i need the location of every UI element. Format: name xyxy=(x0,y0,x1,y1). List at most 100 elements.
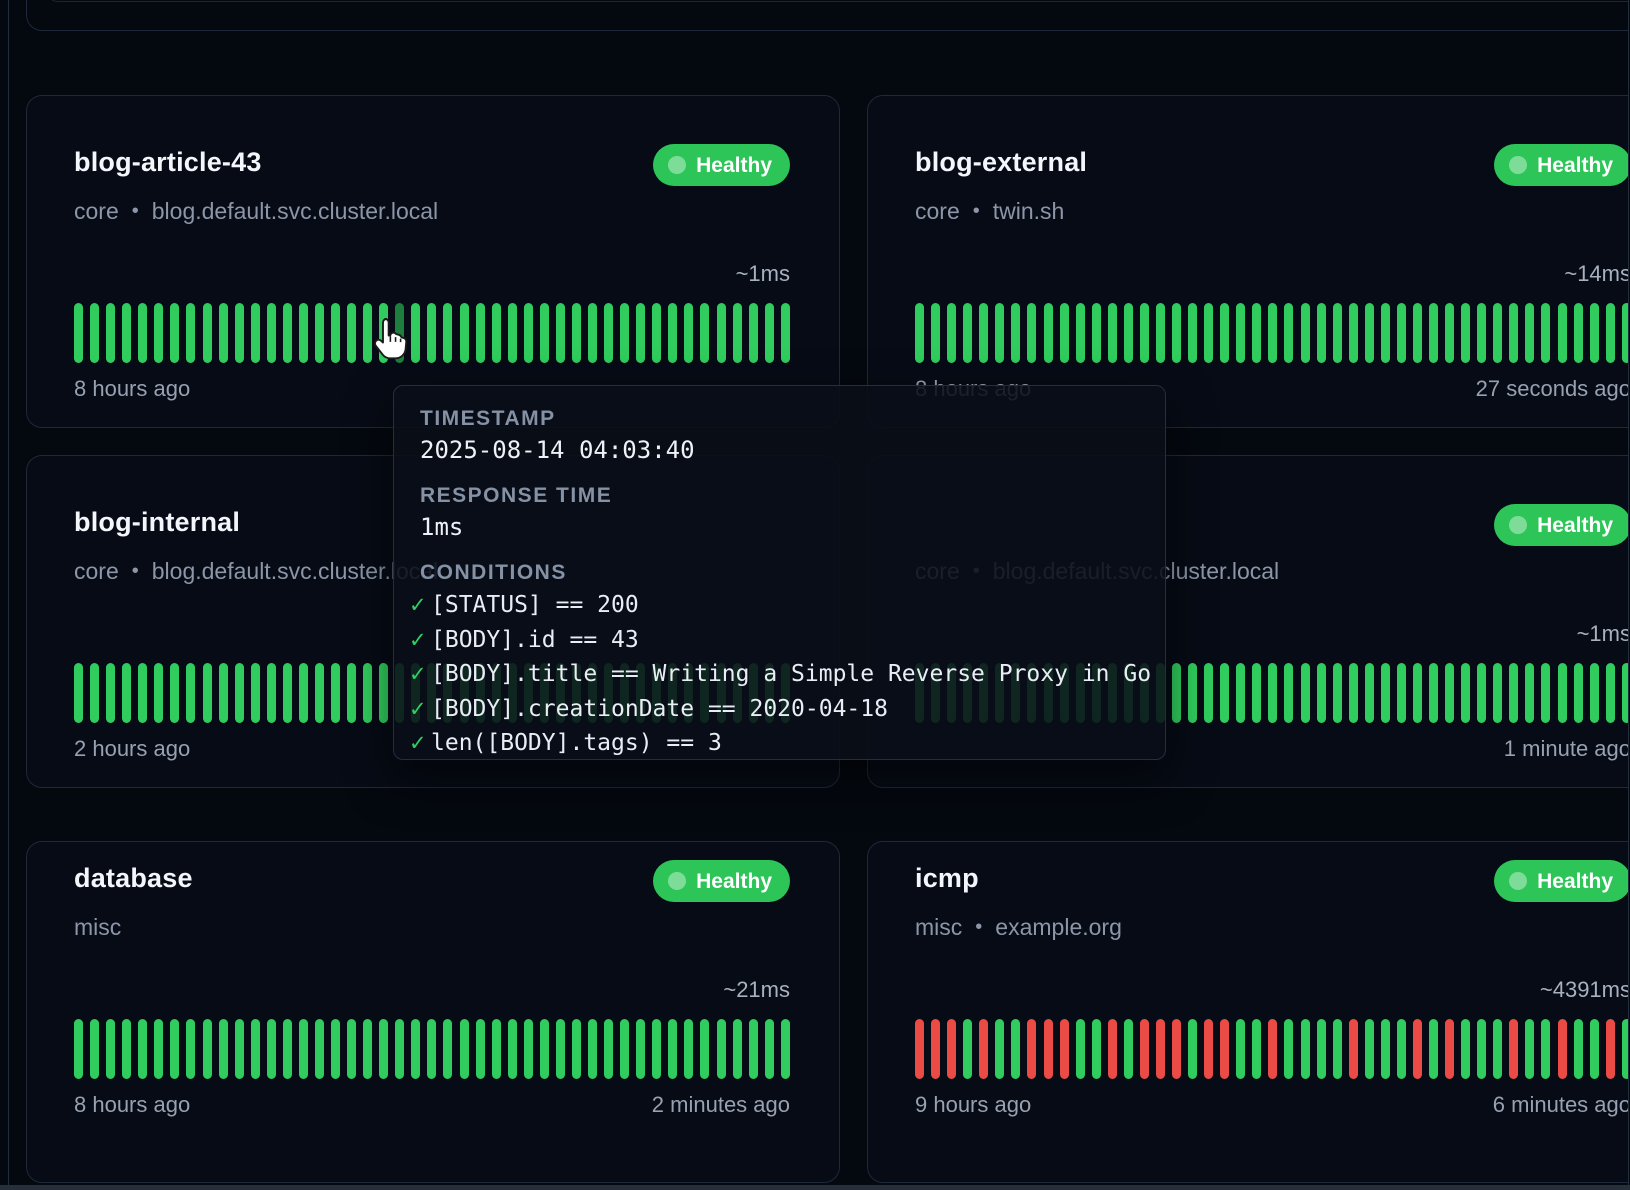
uptime-bar[interactable] xyxy=(1140,303,1149,363)
endpoint-card[interactable]: icmpHealthymisc•example.org~4391ms9 hour… xyxy=(867,841,1629,1183)
uptime-bar-down[interactable] xyxy=(1268,1019,1277,1079)
uptime-bar[interactable] xyxy=(1092,1019,1101,1079)
uptime-bar[interactable] xyxy=(74,1019,83,1079)
uptime-bar-down[interactable] xyxy=(1220,1019,1229,1079)
uptime-bar[interactable] xyxy=(1060,303,1069,363)
uptime-bar[interactable] xyxy=(781,1019,790,1079)
uptime-bar[interactable] xyxy=(508,1019,517,1079)
uptime-bar-down[interactable] xyxy=(1172,1019,1181,1079)
uptime-bar[interactable] xyxy=(219,663,228,723)
uptime-bar[interactable] xyxy=(1541,1019,1550,1079)
uptime-bar[interactable] xyxy=(1461,663,1470,723)
uptime-bar-down[interactable] xyxy=(931,1019,940,1079)
uptime-bar-down[interactable] xyxy=(979,1019,988,1079)
uptime-bar[interactable] xyxy=(122,303,131,363)
uptime-bar[interactable] xyxy=(138,1019,147,1079)
uptime-bar[interactable] xyxy=(267,303,276,363)
uptime-bar[interactable] xyxy=(283,663,292,723)
uptime-bar[interactable] xyxy=(170,303,179,363)
uptime-bar[interactable] xyxy=(1268,663,1277,723)
uptime-bar-down[interactable] xyxy=(1044,1019,1053,1079)
uptime-bar[interactable] xyxy=(251,663,260,723)
uptime-bar[interactable] xyxy=(283,303,292,363)
uptime-bar[interactable] xyxy=(1622,1019,1629,1079)
uptime-bar[interactable] xyxy=(524,303,533,363)
uptime-bar[interactable] xyxy=(1493,1019,1502,1079)
uptime-bar[interactable] xyxy=(1172,303,1181,363)
uptime-bar[interactable] xyxy=(1188,663,1197,723)
uptime-bar[interactable] xyxy=(363,663,372,723)
uptime-bar[interactable] xyxy=(203,663,212,723)
uptime-bar[interactable] xyxy=(219,1019,228,1079)
uptime-bar[interactable] xyxy=(636,1019,645,1079)
uptime-bar[interactable] xyxy=(90,663,99,723)
uptime-bar[interactable] xyxy=(733,303,742,363)
uptime-bar[interactable] xyxy=(588,1019,597,1079)
uptime-bar[interactable] xyxy=(1606,303,1615,363)
uptime-bar[interactable] xyxy=(668,1019,677,1079)
uptime-bar[interactable] xyxy=(995,1019,1004,1079)
uptime-bar[interactable] xyxy=(74,303,83,363)
uptime-bar[interactable] xyxy=(556,303,565,363)
uptime-bar[interactable] xyxy=(781,303,790,363)
uptime-bar[interactable] xyxy=(1172,663,1181,723)
uptime-bar[interactable] xyxy=(219,303,228,363)
uptime-bar[interactable] xyxy=(1493,303,1502,363)
uptime-bar[interactable] xyxy=(1397,303,1406,363)
uptime-bar[interactable] xyxy=(1574,663,1583,723)
uptime-bar[interactable] xyxy=(931,303,940,363)
uptime-bar[interactable] xyxy=(1188,1019,1197,1079)
uptime-bar[interactable] xyxy=(235,663,244,723)
uptime-bar[interactable] xyxy=(1252,1019,1261,1079)
uptime-bar[interactable] xyxy=(1268,303,1277,363)
uptime-bar[interactable] xyxy=(1541,303,1550,363)
uptime-bar[interactable] xyxy=(154,663,163,723)
uptime-bar[interactable] xyxy=(1365,663,1374,723)
uptime-bar[interactable] xyxy=(235,303,244,363)
uptime-bar[interactable] xyxy=(1124,303,1133,363)
uptime-bar[interactable] xyxy=(1365,303,1374,363)
uptime-bar[interactable] xyxy=(283,1019,292,1079)
uptime-bar[interactable] xyxy=(1204,303,1213,363)
uptime-bar[interactable] xyxy=(652,303,661,363)
uptime-bar[interactable] xyxy=(1574,1019,1583,1079)
uptime-bar[interactable] xyxy=(1429,1019,1438,1079)
uptime-bar[interactable] xyxy=(315,663,324,723)
uptime-bar[interactable] xyxy=(347,303,356,363)
uptime-bar[interactable] xyxy=(347,663,356,723)
uptime-bar[interactable] xyxy=(331,303,340,363)
uptime-bar[interactable] xyxy=(1590,663,1599,723)
uptime-bar[interactable] xyxy=(684,1019,693,1079)
uptime-bar[interactable] xyxy=(1349,663,1358,723)
uptime-bar[interactable] xyxy=(267,663,276,723)
uptime-bar[interactable] xyxy=(1558,663,1567,723)
uptime-bar[interactable] xyxy=(915,303,924,363)
uptime-bar[interactable] xyxy=(556,1019,565,1079)
uptime-bar[interactable] xyxy=(620,303,629,363)
uptime-bar-down[interactable] xyxy=(1204,1019,1213,1079)
uptime-bar[interactable] xyxy=(1413,303,1422,363)
uptime-bar[interactable] xyxy=(1606,663,1615,723)
uptime-bar[interactable] xyxy=(476,303,485,363)
uptime-bar[interactable] xyxy=(1429,303,1438,363)
uptime-bar-down[interactable] xyxy=(947,1019,956,1079)
uptime-bar[interactable] xyxy=(1477,1019,1486,1079)
uptime-bar[interactable] xyxy=(636,303,645,363)
uptime-bar[interactable] xyxy=(1333,303,1342,363)
uptime-bar[interactable] xyxy=(588,303,597,363)
uptime-bar[interactable] xyxy=(1027,303,1036,363)
uptime-bar[interactable] xyxy=(1301,1019,1310,1079)
uptime-bar[interactable] xyxy=(1092,303,1101,363)
uptime-bar[interactable] xyxy=(443,303,452,363)
uptime-bar-down[interactable] xyxy=(1140,1019,1149,1079)
uptime-bar[interactable] xyxy=(508,303,517,363)
uptime-bar[interactable] xyxy=(1236,663,1245,723)
uptime-bar[interactable] xyxy=(652,1019,661,1079)
uptime-bar[interactable] xyxy=(411,1019,420,1079)
uptime-bar[interactable] xyxy=(154,303,163,363)
uptime-bar[interactable] xyxy=(1381,1019,1390,1079)
uptime-bar-down[interactable] xyxy=(1156,1019,1165,1079)
uptime-bar[interactable] xyxy=(90,303,99,363)
uptime-bar[interactable] xyxy=(1493,663,1502,723)
uptime-bar[interactable] xyxy=(331,663,340,723)
